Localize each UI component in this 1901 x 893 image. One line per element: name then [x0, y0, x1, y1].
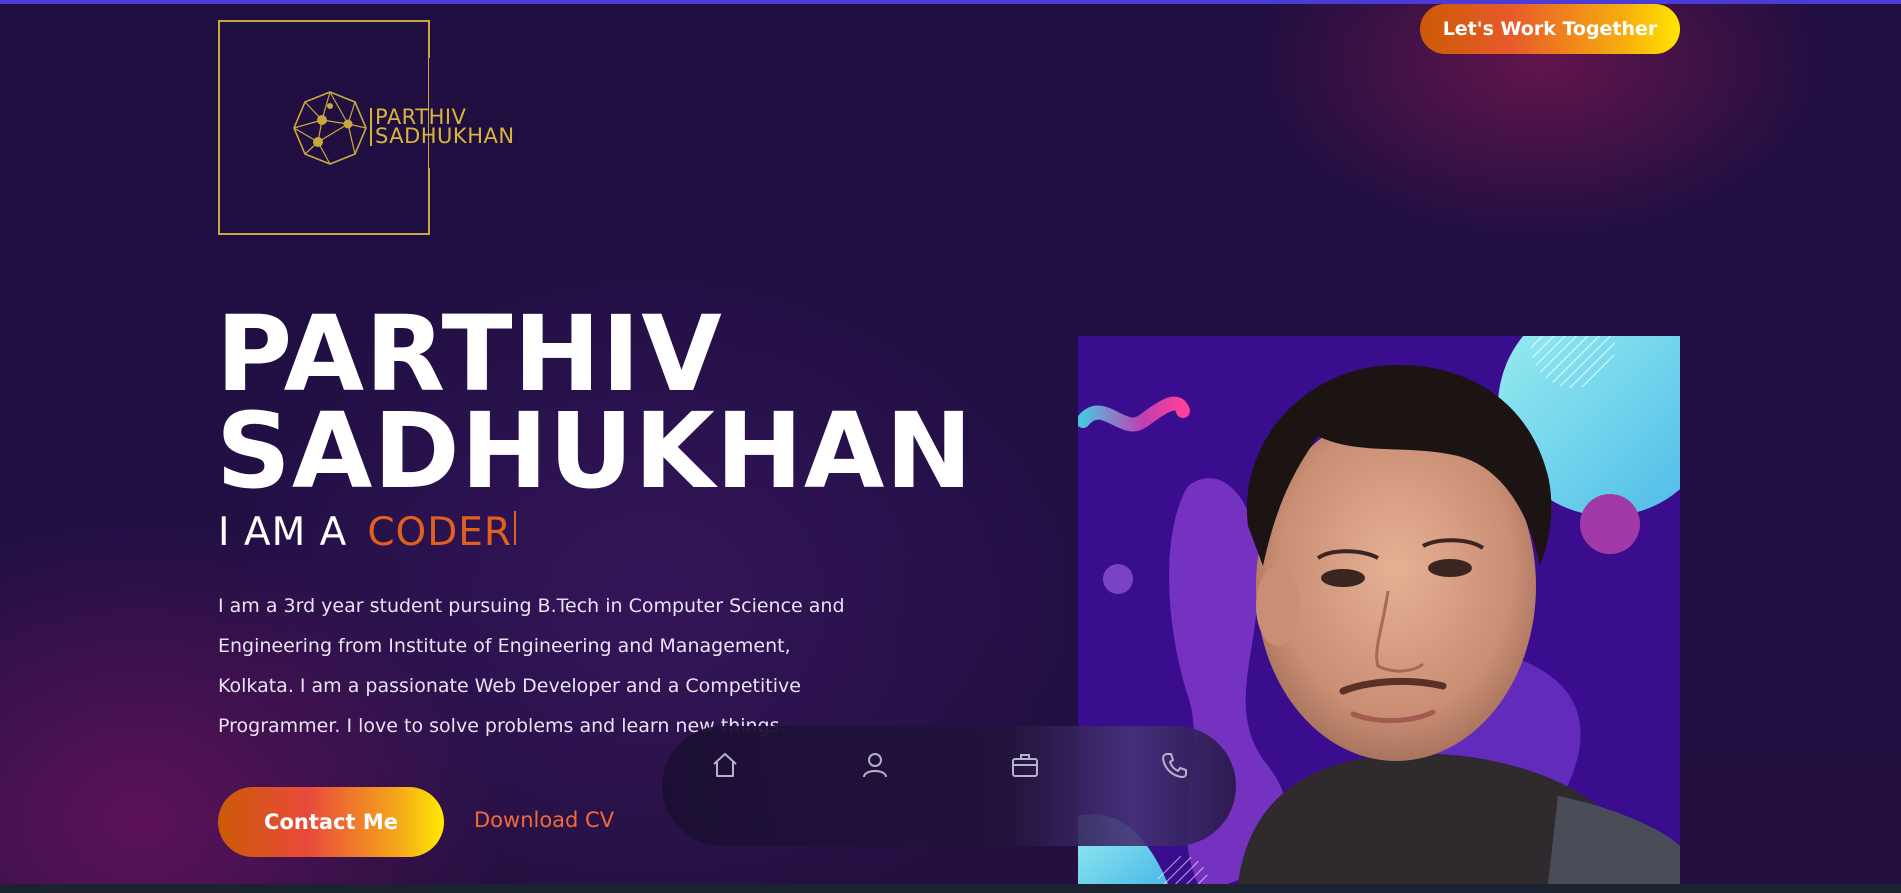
- typing-caret: [514, 511, 517, 545]
- briefcase-icon[interactable]: [1010, 750, 1040, 780]
- phone-icon[interactable]: [1160, 750, 1190, 780]
- geometric-network-icon: [293, 91, 367, 165]
- logo-wordmark: PARTHIV SADHUKHAN: [370, 107, 555, 148]
- bottom-strip: [0, 884, 1901, 893]
- download-cv-link[interactable]: Download CV: [474, 808, 614, 832]
- user-icon[interactable]: [860, 750, 890, 780]
- hero-bio: I am a 3rd year student pursuing B.Tech …: [218, 595, 845, 737]
- hero-last-name: SADHUKHAN: [216, 390, 974, 512]
- lets-work-together-button[interactable]: Let's Work Together: [1420, 4, 1680, 54]
- floating-nav-bar: [662, 726, 1236, 846]
- contact-me-button[interactable]: Contact Me: [218, 787, 444, 857]
- hero-tagline: I AM A CODER: [218, 510, 517, 555]
- logo-line-2: SADHUKHAN: [375, 124, 515, 148]
- home-icon[interactable]: [710, 750, 740, 780]
- hero-first-name: PARTHIV: [216, 293, 723, 415]
- tagline-prefix: I AM A: [218, 510, 348, 555]
- hero-name: PARTHIV SADHUKHAN: [216, 293, 974, 512]
- typed-role: CODER: [367, 510, 513, 555]
